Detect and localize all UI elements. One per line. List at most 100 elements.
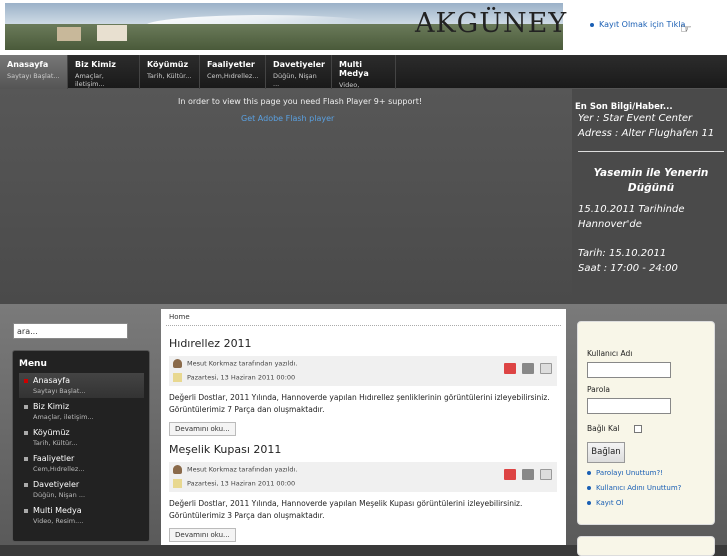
news-title: Yasemin ile Yenerin Düğünü xyxy=(593,167,709,194)
nav-item-multi-medya[interactable]: Multi MedyaVideo, Resim.... xyxy=(332,55,396,97)
user-icon xyxy=(173,465,182,474)
article-title[interactable]: Hıdırellez 2011 xyxy=(169,337,557,350)
flash-message: In order to view this page you need Flas… xyxy=(178,97,423,106)
breadcrumb[interactable]: Home xyxy=(169,313,190,321)
remember-checkbox[interactable] xyxy=(634,425,642,433)
pdf-icon[interactable] xyxy=(504,469,516,480)
menu-item-title: Faaliyetler xyxy=(33,454,75,463)
nav-item-davetiyeler[interactable]: Davetiyeler Düğün, Nişan ... xyxy=(266,55,332,89)
bullet-icon xyxy=(587,471,591,475)
flash-player-area: In order to view this page you need Flas… xyxy=(0,89,572,304)
pdf-icon[interactable] xyxy=(504,363,516,374)
bullet-icon xyxy=(587,501,591,505)
article-date-text: Pazartesi, 13 Haziran 2011 00:00 xyxy=(187,373,296,382)
register-label: Kayıt Ol xyxy=(596,499,624,507)
news-saat: Saat : 17:00 - 24:00 xyxy=(578,263,678,274)
breadcrumb-divider xyxy=(166,325,561,326)
nav-item-subtitle: Saytayı Başlat... xyxy=(7,72,60,80)
login-links: Parolayı Unuttum?! Kullanıcı Adını Unutt… xyxy=(587,469,681,514)
read-more-button[interactable]: Devamını oku... xyxy=(169,528,236,542)
remember-label: Bağlı Kal xyxy=(587,424,620,433)
user-icon xyxy=(173,359,182,368)
nav-item-title: Multi Medya xyxy=(339,60,369,78)
login-button[interactable]: Bağlan xyxy=(587,442,625,463)
pointing-hand-icon: ☞ xyxy=(680,22,692,37)
forgot-password-label: Parolayı Unuttum?! xyxy=(596,469,664,477)
menu-item-faaliyetler[interactable]: Faaliyetler Cem,Hıdrellez... xyxy=(19,451,144,476)
menu-item-title: Köyümüz xyxy=(33,428,70,437)
nav-item-title: Anasayfa xyxy=(7,60,49,69)
news-heading: En Son Bilgi/Haber... xyxy=(575,102,673,112)
news-body: Yer : Star Event Center Adress : Alter F… xyxy=(578,111,724,276)
article-text: Değerli Dostlar, 2011 Yılında, Hannoverd… xyxy=(169,393,550,414)
bullet-icon xyxy=(24,379,28,383)
username-label: Kullanıcı Adı xyxy=(587,349,633,358)
email-icon[interactable] xyxy=(540,469,552,480)
bullet-icon xyxy=(24,483,28,487)
news-line: Yer : Star Event Center xyxy=(578,113,693,124)
article: Meşelik Kupası 2011 Mesut Korkmaz tarafı… xyxy=(169,443,557,542)
menu-item-title: Anasayfa xyxy=(33,376,70,385)
nav-item-koyumuz[interactable]: Köyümüz Tarih, Kültür... xyxy=(140,55,200,89)
nav-item-anasayfa[interactable]: Anasayfa Saytayı Başlat... xyxy=(0,55,68,89)
nav-item-subtitle: Tarih, Kültür... xyxy=(147,72,192,80)
search-input[interactable] xyxy=(13,323,128,339)
menu-item-title: Davetiyeler xyxy=(33,480,80,489)
menu-item-koyumuz[interactable]: Köyümüz Tarih, Kültür... xyxy=(19,425,144,450)
news-ticker: Yer : Star Event Center Adress : Alter F… xyxy=(572,89,727,304)
print-icon[interactable] xyxy=(522,469,534,480)
calendar-icon xyxy=(173,373,182,382)
article-text: Değerli Dostlar, 2011 Yılında, Hannoverd… xyxy=(169,499,523,520)
register-link[interactable]: Kayıt Ol xyxy=(587,499,681,507)
bullet-icon xyxy=(24,431,28,435)
menu-item-subtitle: Cem,Hıdrellez... xyxy=(33,465,85,473)
menu-item-subtitle: Düğün, Nişan ... xyxy=(33,491,86,499)
password-label: Parola xyxy=(587,385,610,394)
menu-item-anasayfa[interactable]: Anasayfa Saytayı Başlat... xyxy=(19,373,144,398)
nav-item-faaliyetler[interactable]: Faaliyetler Cem,Hıdrellez... xyxy=(200,55,266,89)
bullet-icon xyxy=(587,486,591,490)
article-author-text: Mesut Korkmaz tarafından yazıldı. xyxy=(187,359,298,368)
news-divider xyxy=(578,151,724,152)
nav-item-subtitle: Düğün, Nişan ... xyxy=(273,72,317,88)
article-author: Mesut Korkmaz tarafından yazıldı. xyxy=(173,465,297,474)
news-date-line: 15.10.2011 Tarihinde Hannover'de xyxy=(578,204,685,230)
side-menu: Menu Anasayfa Saytayı Başlat... Biz Kimiz… xyxy=(12,350,150,542)
menu-heading: Menu xyxy=(19,359,47,369)
article-date-text: Pazartesi, 13 Haziran 2011 00:00 xyxy=(187,479,296,488)
top-navigation: Anasayfa Saytayı Başlat... Biz Kimiz Amaçl… xyxy=(0,55,727,97)
article-author-text: Mesut Korkmaz tarafından yazıldı. xyxy=(187,465,298,474)
nav-item-title: Köyümüz xyxy=(147,60,189,69)
password-input[interactable] xyxy=(587,398,671,414)
menu-item-subtitle: Video, Resim.... xyxy=(33,517,84,525)
menu-item-multi-medya[interactable]: Multi Medya Video, Resim.... xyxy=(19,503,144,528)
article-date: Pazartesi, 13 Haziran 2011 00:00 xyxy=(173,479,295,488)
menu-item-subtitle: Amaçlar, iletişim... xyxy=(33,413,94,421)
menu-item-biz-kimiz[interactable]: Biz Kimiz Amaçlar, iletişim... xyxy=(19,399,144,424)
second-panel xyxy=(577,536,715,556)
register-link-label: Kayıt Olmak için Tıkla xyxy=(599,20,686,29)
article-meta: Mesut Korkmaz tarafından yazıldı. Pazart… xyxy=(169,462,557,492)
nav-item-biz-kimiz[interactable]: Biz Kimiz Amaçlar, iletişim... xyxy=(68,55,140,89)
username-input[interactable] xyxy=(587,362,671,378)
forgot-password-link[interactable]: Parolayı Unuttum?! xyxy=(587,469,681,477)
nav-item-title: Faaliyetler xyxy=(207,60,255,69)
nav-item-title: Davetiyeler xyxy=(273,60,325,69)
header: AKGÜNEY Kayıt Olmak için Tıkla ☞ xyxy=(0,0,727,55)
calendar-icon xyxy=(173,479,182,488)
print-icon[interactable] xyxy=(522,363,534,374)
get-flash-link[interactable]: Get Adobe Flash player xyxy=(241,114,334,123)
news-tarih: Tarih: 15.10.2011 xyxy=(578,248,667,259)
email-icon[interactable] xyxy=(540,363,552,374)
menu-item-title: Multi Medya xyxy=(33,506,82,515)
main-content: Home Hıdırellez 2011 Mesut Korkmaz taraf… xyxy=(161,309,566,545)
read-more-button[interactable]: Devamını oku... xyxy=(169,422,236,436)
forgot-username-link[interactable]: Kullanıcı Adını Unuttum? xyxy=(587,484,681,492)
site-logo: AKGÜNEY xyxy=(415,8,568,39)
menu-item-subtitle: Saytayı Başlat... xyxy=(33,387,86,395)
article: Hıdırellez 2011 Mesut Korkmaz tarafından… xyxy=(169,337,557,436)
nav-item-subtitle: Amaçlar, iletişim... xyxy=(75,72,105,88)
menu-item-davetiyeler[interactable]: Davetiyeler Düğün, Nişan ... xyxy=(19,477,144,502)
article-title[interactable]: Meşelik Kupası 2011 xyxy=(169,443,557,456)
register-link[interactable]: Kayıt Olmak için Tıkla xyxy=(590,20,685,29)
